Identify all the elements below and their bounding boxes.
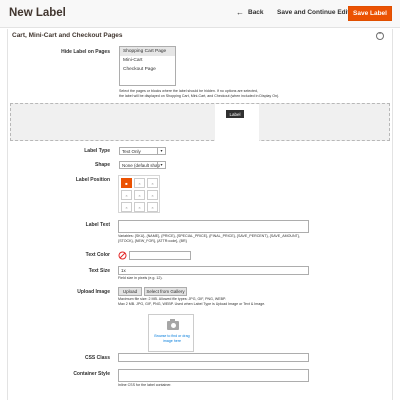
text-size-input[interactable]: 1x <box>118 266 309 275</box>
hide-label-pages-label: Hide Label on Pages <box>61 49 110 55</box>
shape-value: None (default shap <box>122 162 161 168</box>
label-position-label: Label Position <box>75 177 110 183</box>
text-size-label: Text Size <box>88 268 110 274</box>
select-from-gallery-button[interactable]: Select from Gallery <box>144 287 187 296</box>
position-middle-center[interactable]: × <box>134 190 145 200</box>
collapse-icon[interactable]: ⌃ <box>376 32 384 40</box>
no-color-icon[interactable] <box>118 251 127 260</box>
shape-label: Shape <box>94 162 110 168</box>
shape-select[interactable]: None (default shap ▾ <box>119 161 166 169</box>
save-label-button[interactable]: Save Label <box>348 6 392 21</box>
camera-icon <box>167 319 179 330</box>
label-text-note-line2: {STOCK}, {NEW_FOR}, {ATTR:code}, {BR} <box>118 239 187 243</box>
label-text-label: Label Text <box>85 222 110 228</box>
text-color-input[interactable] <box>129 251 191 260</box>
label-type-value: Text Only <box>122 148 141 154</box>
cart-checkout-section: Cart, Mini-Cart and Checkout Pages ⌃ Hid… <box>7 29 393 400</box>
back-button[interactable]: ← Back <box>236 7 264 17</box>
image-drop-zone[interactable]: Browse to find or drag image here <box>148 314 194 352</box>
label-preview-box: Label <box>215 104 259 141</box>
back-button-label: Back <box>248 9 264 16</box>
arrow-left-icon: ← <box>236 7 244 17</box>
text-size-note: Field size in pixels (e.g. 12). <box>118 276 163 280</box>
section-title[interactable]: Cart, Mini-Cart and Checkout Pages <box>12 32 123 39</box>
hide-label-note-line2: the label will be displayed on Shopping … <box>119 94 280 98</box>
position-middle-left[interactable]: × <box>121 190 132 200</box>
save-and-continue-button[interactable]: Save and Continue Edit <box>277 9 350 16</box>
position-bottom-center[interactable]: × <box>134 202 145 212</box>
chevron-down-icon: ▾ <box>157 162 165 168</box>
label-position-grid: ■ × × × × × × × × <box>118 175 160 213</box>
position-top-right[interactable]: × <box>147 178 158 188</box>
css-class-label: CSS Class <box>84 355 110 361</box>
chevron-down-icon: ▾ <box>157 148 165 154</box>
multiselect-option-checkout[interactable]: Checkout Page <box>120 65 175 74</box>
label-type-label: Label Type <box>84 148 110 154</box>
page-header: New Label ← Back Save and Continue Edit … <box>0 0 400 28</box>
container-style-textarea[interactable] <box>118 369 309 382</box>
position-top-left[interactable]: ■ <box>121 178 132 188</box>
label-preview-tag: Label <box>226 110 244 118</box>
text-color-label: Text Color <box>85 252 110 258</box>
label-text-note: Variables: {SKU}, {NAME}, {PRICE}, {SPEC… <box>118 234 378 244</box>
upload-image-note: Maximum file size: 2 MB. Allowed file ty… <box>118 297 388 307</box>
css-class-input[interactable] <box>118 353 309 362</box>
position-bottom-left[interactable]: × <box>121 202 132 212</box>
label-preview-area: Label <box>10 103 390 141</box>
hide-label-pages-multiselect[interactable]: Shopping Cart Page Mini-Cart Checkout Pa… <box>119 46 176 86</box>
multiselect-option-mini-cart[interactable]: Mini-Cart <box>120 56 175 65</box>
text-size-value: 1x <box>121 268 126 273</box>
position-bottom-right[interactable]: × <box>147 202 158 212</box>
label-text-textarea[interactable] <box>118 220 309 233</box>
container-style-label: Container Style <box>73 371 110 377</box>
upload-image-label: Upload Image <box>77 289 110 295</box>
browse-to-find-link[interactable]: Browse to find or drag image here <box>153 334 191 343</box>
position-middle-right[interactable]: × <box>147 190 158 200</box>
upload-button[interactable]: Upload <box>118 287 142 296</box>
page-title: New Label <box>9 7 66 19</box>
position-top-center[interactable]: × <box>134 178 145 188</box>
label-type-select[interactable]: Text Only ▾ <box>119 147 166 155</box>
container-style-note: Inline CSS for the label container. <box>118 383 172 387</box>
hide-label-note: Select the pages or blocks where the lab… <box>119 89 369 99</box>
multiselect-option-shopping-cart[interactable]: Shopping Cart Page <box>120 47 175 56</box>
upload-image-note-line2: Max 2 MB. JPG, GIF, PNG, WEBP. Used when… <box>118 302 266 306</box>
